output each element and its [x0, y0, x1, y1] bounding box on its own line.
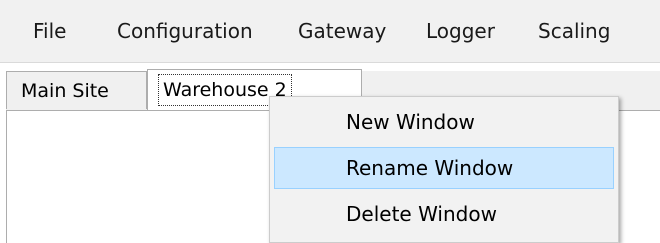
menu-item-rename-window[interactable]: Rename Window [274, 147, 614, 189]
menu-gateway[interactable]: Gateway [298, 14, 386, 48]
tab-context-menu: New Window Rename Window Delete Window [269, 96, 619, 243]
menu-file[interactable]: File [33, 14, 66, 48]
menu-scaling[interactable]: Scaling [538, 14, 610, 48]
menu-item-new-window[interactable]: New Window [274, 101, 614, 143]
menu-bar: File Configuration Gateway Logger Scalin… [0, 0, 660, 63]
tab-main-site[interactable]: Main Site [6, 71, 147, 109]
tab-main-site-label: Main Site [21, 80, 109, 102]
menu-configuration[interactable]: Configuration [117, 14, 253, 48]
menu-item-delete-window-label: Delete Window [346, 202, 497, 226]
menu-item-delete-window[interactable]: Delete Window [274, 193, 614, 235]
menu-logger[interactable]: Logger [426, 14, 495, 48]
menu-item-new-window-label: New Window [346, 110, 475, 134]
menu-item-rename-window-label: Rename Window [346, 156, 514, 180]
